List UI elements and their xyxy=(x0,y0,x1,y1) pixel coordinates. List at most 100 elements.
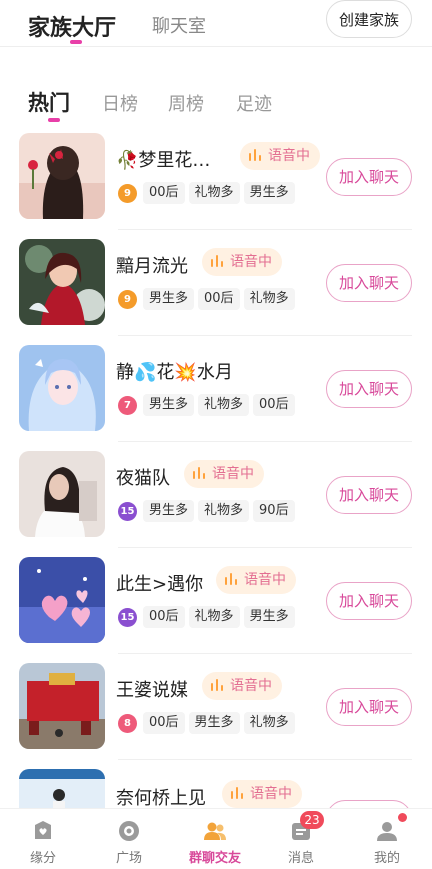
plaza-icon xyxy=(119,821,139,841)
group-chat-icon xyxy=(204,822,226,840)
tag: 00后 xyxy=(143,182,185,204)
nav-plaza[interactable]: 广场 xyxy=(86,809,172,869)
level-badge: 15 xyxy=(118,608,137,627)
voice-live-badge: 语音中 xyxy=(240,142,320,170)
audio-bars-icon xyxy=(210,679,224,691)
audio-bars-icon xyxy=(230,787,244,799)
nav-group-chat[interactable]: 群聊交友 xyxy=(172,809,258,869)
voice-label: 语音中 xyxy=(250,786,292,802)
audio-bars-icon xyxy=(224,573,238,585)
join-chat-button[interactable]: 加入聊天 xyxy=(326,688,412,726)
tag: 00后 xyxy=(253,394,295,416)
tab-daily[interactable]: 日榜 xyxy=(102,90,138,116)
voice-live-badge: 语音中 xyxy=(222,780,302,808)
tag-list: 男生多 礼物多 90后 xyxy=(143,499,299,523)
tag-list: 00后 男生多 礼物多 xyxy=(143,711,299,735)
tag-list: 00后 礼物多 男生多 xyxy=(143,181,299,205)
family-avatar xyxy=(19,557,105,643)
nav-messages[interactable]: 23 消息 xyxy=(258,809,344,869)
bottom-navigation: 缘分 广场 群聊交友 23 消息 我的 xyxy=(0,808,432,869)
tab-family-hall[interactable]: 家族大厅 xyxy=(28,10,116,42)
audio-bars-icon xyxy=(210,255,224,267)
level-badge: 15 xyxy=(118,502,137,521)
family-name: 此生>遇你 xyxy=(116,574,204,595)
list-item[interactable]: 奈何桥上见 语音中 加入聊天 xyxy=(0,760,432,808)
voice-label: 语音中 xyxy=(230,254,272,270)
family-name: 王婆说媒 xyxy=(116,680,188,701)
tag: 男生多 xyxy=(143,288,195,310)
nav-label: 群聊交友 xyxy=(188,851,241,866)
tag: 男生多 xyxy=(143,500,195,522)
subtab-indicator xyxy=(48,118,60,122)
family-avatar xyxy=(19,345,105,431)
voice-label: 语音中 xyxy=(268,148,310,164)
tag: 礼物多 xyxy=(198,500,250,522)
notification-dot xyxy=(398,813,407,822)
tab-hot[interactable]: 热门 xyxy=(28,87,70,117)
voice-label: 语音中 xyxy=(230,678,272,694)
nav-yuanfen[interactable]: 缘分 xyxy=(0,809,86,869)
join-chat-button[interactable]: 加入聊天 xyxy=(326,582,412,620)
create-family-button[interactable]: 创建家族 xyxy=(326,0,412,38)
tab-weekly[interactable]: 周榜 xyxy=(168,90,204,116)
family-name: 夜猫队 xyxy=(116,468,170,489)
family-avatar xyxy=(19,451,105,537)
tag: 礼物多 xyxy=(243,288,295,310)
nav-label: 消息 xyxy=(287,851,314,866)
join-chat-button[interactable]: 加入聊天 xyxy=(326,800,412,808)
tag-list: 男生多 礼物多 00后 xyxy=(143,393,299,417)
tag: 00后 xyxy=(198,288,240,310)
level-badge: 8 xyxy=(118,714,137,733)
tab-indicator xyxy=(70,40,82,44)
voice-label: 语音中 xyxy=(244,572,286,588)
list-item[interactable]: 王婆说媒 语音中 8 00后 男生多 礼物多 加入聊天 xyxy=(0,654,432,760)
family-avatar xyxy=(19,133,105,219)
unread-badge: 23 xyxy=(300,811,324,829)
tab-chat-room[interactable]: 聊天室 xyxy=(152,12,206,38)
list-item[interactable]: 静💦花💥水月 7 男生多 礼物多 00后 加入聊天 xyxy=(0,336,432,442)
top-bar: 家族大厅 聊天室 创建家族 xyxy=(0,0,432,47)
family-avatar xyxy=(19,239,105,325)
family-avatar xyxy=(19,769,105,808)
nav-label: 我的 xyxy=(373,851,400,866)
list-item[interactable]: 夜猫队 语音中 15 男生多 礼物多 90后 加入聊天 xyxy=(0,442,432,548)
tag-list: 男生多 00后 礼物多 xyxy=(143,287,299,311)
voice-label: 语音中 xyxy=(212,466,254,482)
ranking-tabs: 热门 日榜 周榜 足迹 xyxy=(0,86,432,122)
level-badge: 9 xyxy=(118,290,137,309)
nav-profile[interactable]: 我的 xyxy=(344,809,430,869)
tag: 男生多 xyxy=(243,182,295,204)
nav-label: 广场 xyxy=(115,851,142,866)
tag: 男生多 xyxy=(188,712,240,734)
profile-icon xyxy=(377,822,397,841)
tag: 男生多 xyxy=(243,606,295,628)
list-item[interactable]: 黯月流光 语音中 9 男生多 00后 礼物多 加入聊天 xyxy=(0,230,432,336)
voice-live-badge: 语音中 xyxy=(202,672,282,700)
tag: 男生多 xyxy=(143,394,195,416)
tag: 礼物多 xyxy=(243,712,295,734)
audio-bars-icon xyxy=(192,467,206,479)
family-name: 黯月流光 xyxy=(116,256,188,277)
family-name: 🥀梦里花… xyxy=(116,150,211,171)
audio-bars-icon xyxy=(248,149,262,161)
family-avatar xyxy=(19,663,105,749)
list-item[interactable]: 🥀梦里花… 语音中 9 00后 礼物多 男生多 加入聊天 xyxy=(0,124,432,230)
tag-list: 00后 礼物多 男生多 xyxy=(143,605,299,629)
tag: 00后 xyxy=(143,712,185,734)
tab-footprint[interactable]: 足迹 xyxy=(236,90,272,116)
voice-live-badge: 语音中 xyxy=(216,566,296,594)
tag: 00后 xyxy=(143,606,185,628)
tag: 礼物多 xyxy=(188,182,240,204)
nav-label: 缘分 xyxy=(29,851,56,866)
level-badge: 7 xyxy=(118,396,137,415)
tag: 礼物多 xyxy=(198,394,250,416)
join-chat-button[interactable]: 加入聊天 xyxy=(326,264,412,302)
join-chat-button[interactable]: 加入聊天 xyxy=(326,158,412,196)
tag: 礼物多 xyxy=(188,606,240,628)
heart-box-icon xyxy=(35,821,51,839)
list-item[interactable]: 此生>遇你 语音中 15 00后 礼物多 男生多 加入聊天 xyxy=(0,548,432,654)
family-name: 奈何桥上见 xyxy=(116,788,206,808)
voice-live-badge: 语音中 xyxy=(202,248,282,276)
join-chat-button[interactable]: 加入聊天 xyxy=(326,370,412,408)
join-chat-button[interactable]: 加入聊天 xyxy=(326,476,412,514)
